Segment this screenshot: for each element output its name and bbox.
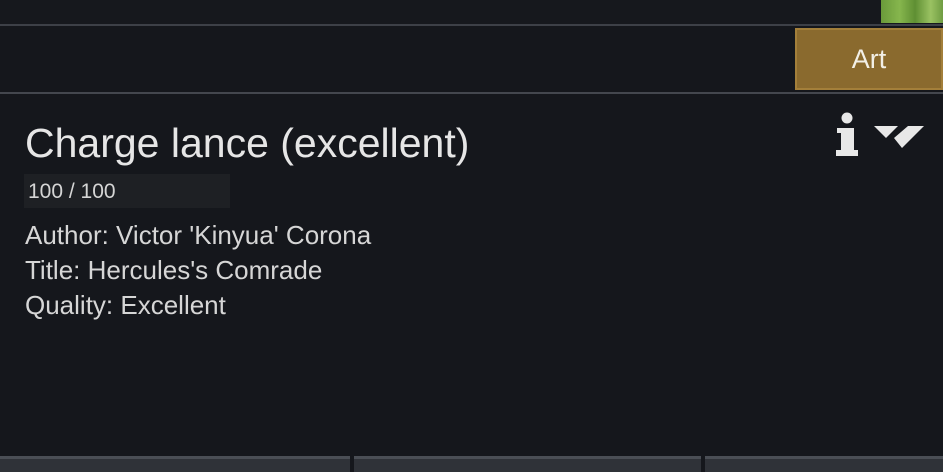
- item-info-panel: Charge lance (excellent) 100 / 100 Autho…: [0, 94, 943, 456]
- info-icon[interactable]: [833, 112, 861, 158]
- tab-art[interactable]: Art: [795, 28, 943, 90]
- collapse-icon[interactable]: [874, 124, 924, 150]
- bottom-button-bar: [0, 456, 943, 472]
- hit-points-value: 100 / 100: [28, 180, 116, 203]
- bottom-button[interactable]: [354, 456, 701, 472]
- author-line: Author: Victor 'Kinyua' Corona: [25, 220, 372, 250]
- bottom-button[interactable]: [0, 456, 350, 472]
- tab-bar: Art: [0, 26, 943, 94]
- item-title: Charge lance (excellent): [25, 120, 470, 166]
- top-strip: [0, 0, 943, 26]
- hit-points-bar: 100 / 100: [24, 174, 230, 208]
- bottom-button[interactable]: [705, 456, 943, 472]
- art-title-line: Title: Hercules's Comrade: [25, 255, 323, 285]
- quality-line: Quality: Excellent: [25, 290, 226, 320]
- item-thumbnail: [881, 0, 943, 23]
